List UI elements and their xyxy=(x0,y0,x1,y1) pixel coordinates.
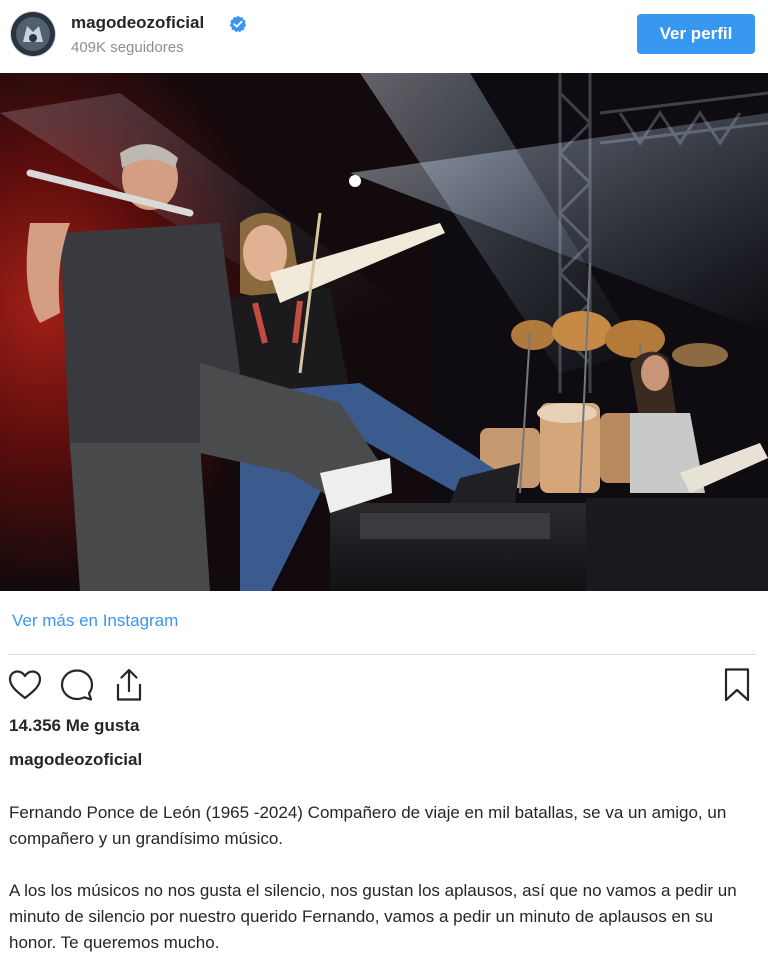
caption-username[interactable]: magodeozoficial xyxy=(9,750,142,770)
verified-badge-icon xyxy=(229,15,247,33)
view-more-instagram-link[interactable]: Ver más en Instagram xyxy=(12,611,178,631)
heart-icon[interactable] xyxy=(6,666,44,704)
post-image[interactable] xyxy=(0,73,768,591)
concert-photo xyxy=(0,73,768,591)
caption-paragraph-2: A los los músicos no nos gusta el silenc… xyxy=(9,881,737,952)
avatar[interactable] xyxy=(11,12,55,56)
comment-icon[interactable] xyxy=(58,666,96,704)
post-header: magodeozoficial 409K seguidores Ver perf… xyxy=(0,0,768,72)
share-icon[interactable] xyxy=(110,666,148,704)
divider xyxy=(8,654,756,655)
bookmark-icon[interactable] xyxy=(718,666,756,704)
view-profile-button[interactable]: Ver perfil xyxy=(637,14,755,54)
username[interactable]: magodeozoficial xyxy=(71,13,204,33)
followers-count: 409K seguidores xyxy=(71,39,184,56)
caption-paragraph-1: Fernando Ponce de León (1965 -2024) Comp… xyxy=(9,803,727,848)
likes-count[interactable]: 14.356 Me gusta xyxy=(9,716,139,736)
